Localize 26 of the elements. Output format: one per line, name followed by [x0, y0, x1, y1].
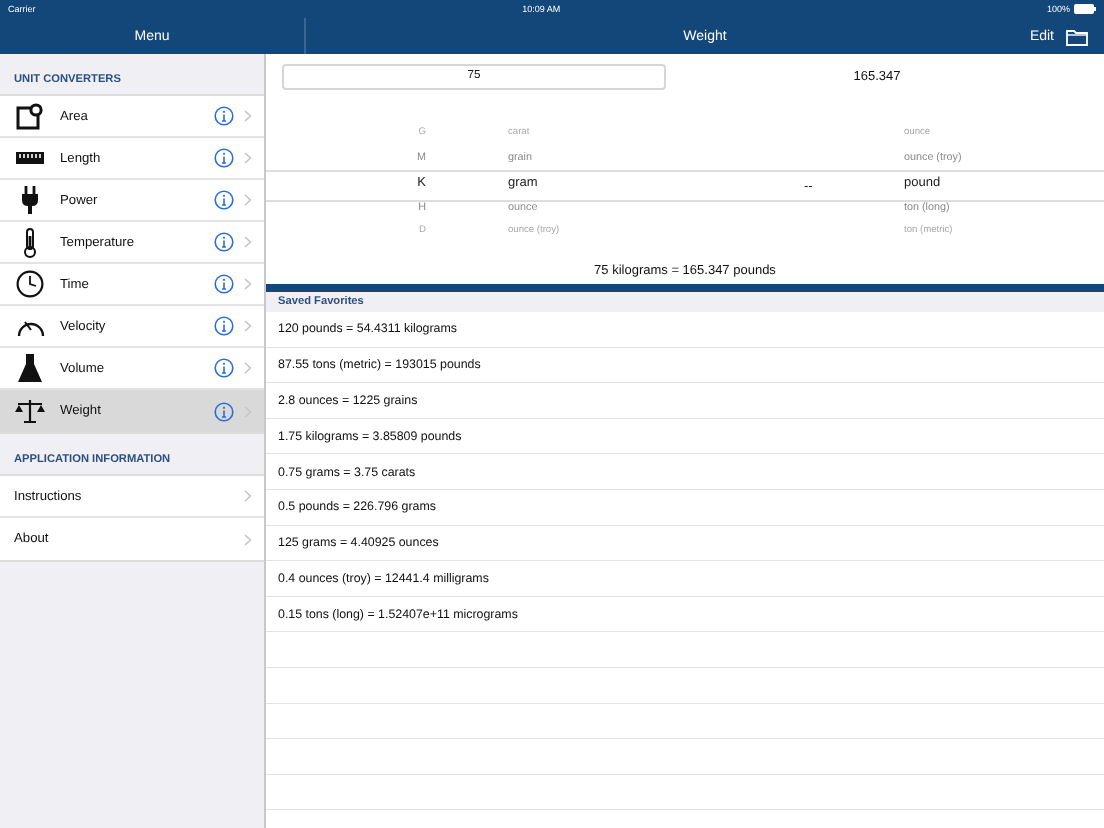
battery-icon [1073, 4, 1096, 14]
info-icon[interactable] [214, 316, 234, 336]
info-icon[interactable] [214, 358, 234, 378]
thermometer-icon [22, 227, 38, 257]
chevron-icon [244, 110, 252, 122]
flask-icon [18, 354, 42, 382]
area-icon [16, 102, 44, 130]
chevron-icon [244, 490, 252, 502]
info-icon[interactable] [214, 148, 234, 168]
chevron-icon [244, 362, 252, 374]
chevron-icon [244, 278, 252, 290]
info-icon[interactable] [214, 232, 234, 252]
clock-icon [16, 270, 44, 298]
plug-icon [20, 186, 40, 214]
ruler-icon [16, 152, 44, 164]
info-icon[interactable] [214, 106, 234, 126]
folder-icon[interactable] [1066, 27, 1088, 45]
chevron-icon [244, 533, 252, 545]
info-icon[interactable] [214, 274, 234, 294]
chevron-icon [244, 236, 252, 248]
info-icon[interactable] [214, 190, 234, 210]
chevron-icon [244, 194, 252, 206]
chevron-icon [244, 320, 252, 332]
info-icon[interactable] [214, 401, 234, 421]
chevron-icon [244, 152, 252, 164]
scale-icon [14, 398, 46, 424]
